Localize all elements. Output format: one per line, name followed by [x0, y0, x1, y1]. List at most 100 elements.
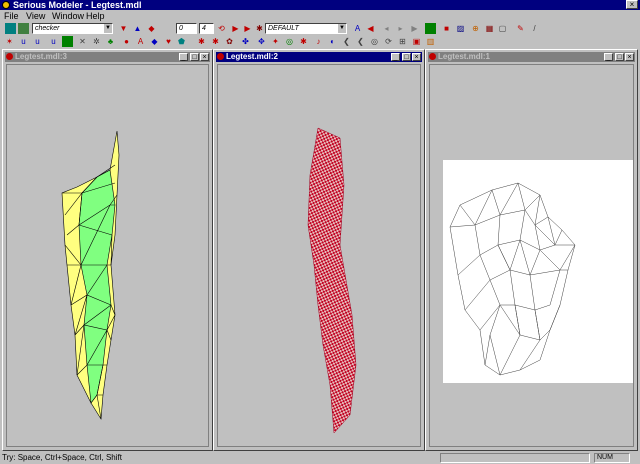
settings-icon[interactable]: ✱ — [254, 23, 265, 34]
apple-icon[interactable]: ● — [121, 36, 132, 47]
document-icon — [217, 53, 224, 60]
uv-icon[interactable]: u — [18, 36, 29, 47]
sound-icon[interactable]: ♪ — [313, 36, 324, 47]
maximize-button[interactable]: □ — [615, 53, 624, 61]
fill-icon[interactable]: ▨ — [455, 23, 466, 34]
chevron-down-icon: ▼ — [104, 24, 112, 33]
shape-icon[interactable]: ⬟ — [176, 36, 187, 47]
zoom-icon[interactable]: ⊕ — [470, 23, 481, 34]
close-button[interactable]: × — [626, 0, 638, 9]
minimize-button[interactable]: _ — [604, 53, 613, 61]
model-window-1[interactable]: Legtest.mdl:1 _ □ × — [425, 49, 638, 451]
color-icon[interactable]: ◎ — [284, 36, 295, 47]
save-icon[interactable] — [18, 23, 29, 34]
step-icon[interactable]: ▶ — [242, 23, 253, 34]
model-render-textured — [307, 127, 357, 434]
toolbar-secondary: ✶ u u u ✕ ✲ ♣ ● A ◆ ♥ ⬟ ✱ ✱ ✿ ✤ ✥ ✦ ◎ ✱ … — [0, 35, 640, 48]
texture-select[interactable]: checker ▼ — [32, 23, 113, 34]
window-title: Legtest.mdl:2 — [226, 52, 279, 61]
anim-icon[interactable]: A — [352, 23, 363, 34]
bone-icon[interactable]: ♥ — [163, 36, 174, 47]
rotate-icon[interactable]: ✤ — [240, 36, 251, 47]
light-icon[interactable]: ◐ — [327, 36, 338, 47]
model-viewport[interactable] — [6, 64, 209, 447]
ambient-icon[interactable]: ▦ — [484, 23, 495, 34]
window-title: Legtest.mdl:3 — [15, 52, 68, 61]
status-message: Try: Space, Ctrl+Space, Ctrl, Shift — [2, 453, 122, 462]
prev-icon[interactable]: ❮ — [355, 36, 366, 47]
app-icon[interactable] — [2, 1, 10, 9]
lights-icon[interactable] — [425, 23, 436, 34]
collision-icon[interactable]: ✱ — [210, 36, 221, 47]
shade-icon[interactable]: ◆ — [149, 36, 160, 47]
frame-icon[interactable]: ▢ — [497, 23, 508, 34]
target-icon[interactable]: ◎ — [369, 36, 380, 47]
reload-icon[interactable]: ⟳ — [383, 36, 394, 47]
open-icon[interactable] — [5, 23, 16, 34]
refresh-icon[interactable]: ⟲ — [216, 23, 227, 34]
window-title-bar[interactable]: Legtest.mdl:1 _ □ × — [428, 52, 635, 62]
num-lock-indicator: NUM — [594, 453, 630, 463]
minimize-button[interactable]: _ — [391, 53, 400, 61]
status-bar: Try: Space, Ctrl+Space, Ctrl, Shift NUM — [0, 451, 640, 464]
status-pane — [440, 453, 590, 463]
patch-icon[interactable]: ✿ — [224, 36, 235, 47]
window-title-bar[interactable]: Legtest.mdl:2 _ □ × — [216, 52, 422, 62]
mdi-workspace: Legtest.mdl:3 _ □ × Legtest.mdl:2 _ □ × … — [2, 49, 638, 451]
texture-select-value: checker — [35, 25, 60, 32]
frame-last-icon[interactable]: ▶ — [409, 23, 420, 34]
film-icon[interactable]: ▣ — [411, 36, 422, 47]
swap-icon[interactable]: ◆ — [146, 23, 157, 34]
brush-icon[interactable]: ✎ — [515, 23, 526, 34]
animation-select-value: DEFAULT — [268, 25, 299, 32]
remap-icon[interactable]: ▲ — [132, 23, 143, 34]
close-button[interactable]: × — [200, 53, 209, 61]
frame-start-field[interactable]: 0 — [176, 23, 197, 34]
texture-mapping-view — [443, 160, 633, 383]
frame-prev-icon[interactable]: ◂ — [381, 23, 392, 34]
model-viewport[interactable] — [217, 64, 421, 447]
close-button[interactable]: × — [625, 53, 634, 61]
play-icon[interactable]: ▶ — [230, 23, 241, 34]
mip-icon[interactable] — [62, 36, 73, 47]
model-window-2[interactable]: Legtest.mdl:2 _ □ × — [213, 49, 425, 451]
menu-help[interactable]: Help — [86, 10, 105, 22]
chart-icon[interactable]: ▥ — [425, 36, 436, 47]
minimize-button[interactable]: _ — [179, 53, 188, 61]
text-icon[interactable]: A — [135, 36, 146, 47]
mapping-viewport[interactable] — [429, 64, 634, 447]
menu-window[interactable]: Window — [52, 10, 84, 22]
maximize-button[interactable]: □ — [190, 53, 199, 61]
attach-icon[interactable]: ✱ — [298, 36, 309, 47]
document-icon — [6, 53, 13, 60]
u-icon[interactable]: u — [48, 36, 59, 47]
close-button[interactable]: × — [412, 53, 421, 61]
frame-end-field[interactable]: 4 — [199, 23, 214, 34]
move-icon[interactable]: ✥ — [256, 36, 267, 47]
model-window-3[interactable]: Legtest.mdl:3 _ □ × — [2, 49, 213, 451]
toolbar-main: checker ▼ ▼ ▲ ◆ 0 4 ⟲ ▶ ▶ ✱ DEFAULT ▼ A … — [0, 22, 640, 35]
uv-alt-icon[interactable]: u — [32, 36, 43, 47]
mapping-icon[interactable]: ▼ — [118, 23, 129, 34]
vertex-icon[interactable]: ✶ — [4, 36, 15, 47]
frame-next-icon[interactable]: ▸ — [395, 23, 406, 34]
frame-end-value: 4 — [202, 25, 206, 32]
stop-icon[interactable]: ■ — [441, 23, 452, 34]
menu-view[interactable]: View — [26, 10, 45, 22]
document-icon — [429, 53, 436, 60]
animation-select[interactable]: DEFAULT ▼ — [265, 23, 347, 34]
menu-file[interactable]: File — [4, 10, 19, 22]
back-icon[interactable]: ❮ — [341, 36, 352, 47]
star-icon[interactable]: ✲ — [91, 36, 102, 47]
frame-first-icon[interactable]: ◀ — [365, 23, 376, 34]
grid-icon[interactable]: ⊞ — [397, 36, 408, 47]
frame-start-value: 0 — [179, 25, 183, 32]
app-title: Serious Modeler - Legtest.mdl — [13, 0, 142, 10]
pen-icon[interactable]: / — [529, 23, 540, 34]
window-title-bar[interactable]: Legtest.mdl:3 _ □ × — [5, 52, 210, 62]
effect-icon[interactable]: ✱ — [196, 36, 207, 47]
leaf-icon[interactable]: ♣ — [105, 36, 116, 47]
scale-icon[interactable]: ✦ — [270, 36, 281, 47]
wire-icon[interactable]: ✕ — [77, 36, 88, 47]
maximize-button[interactable]: □ — [402, 53, 411, 61]
